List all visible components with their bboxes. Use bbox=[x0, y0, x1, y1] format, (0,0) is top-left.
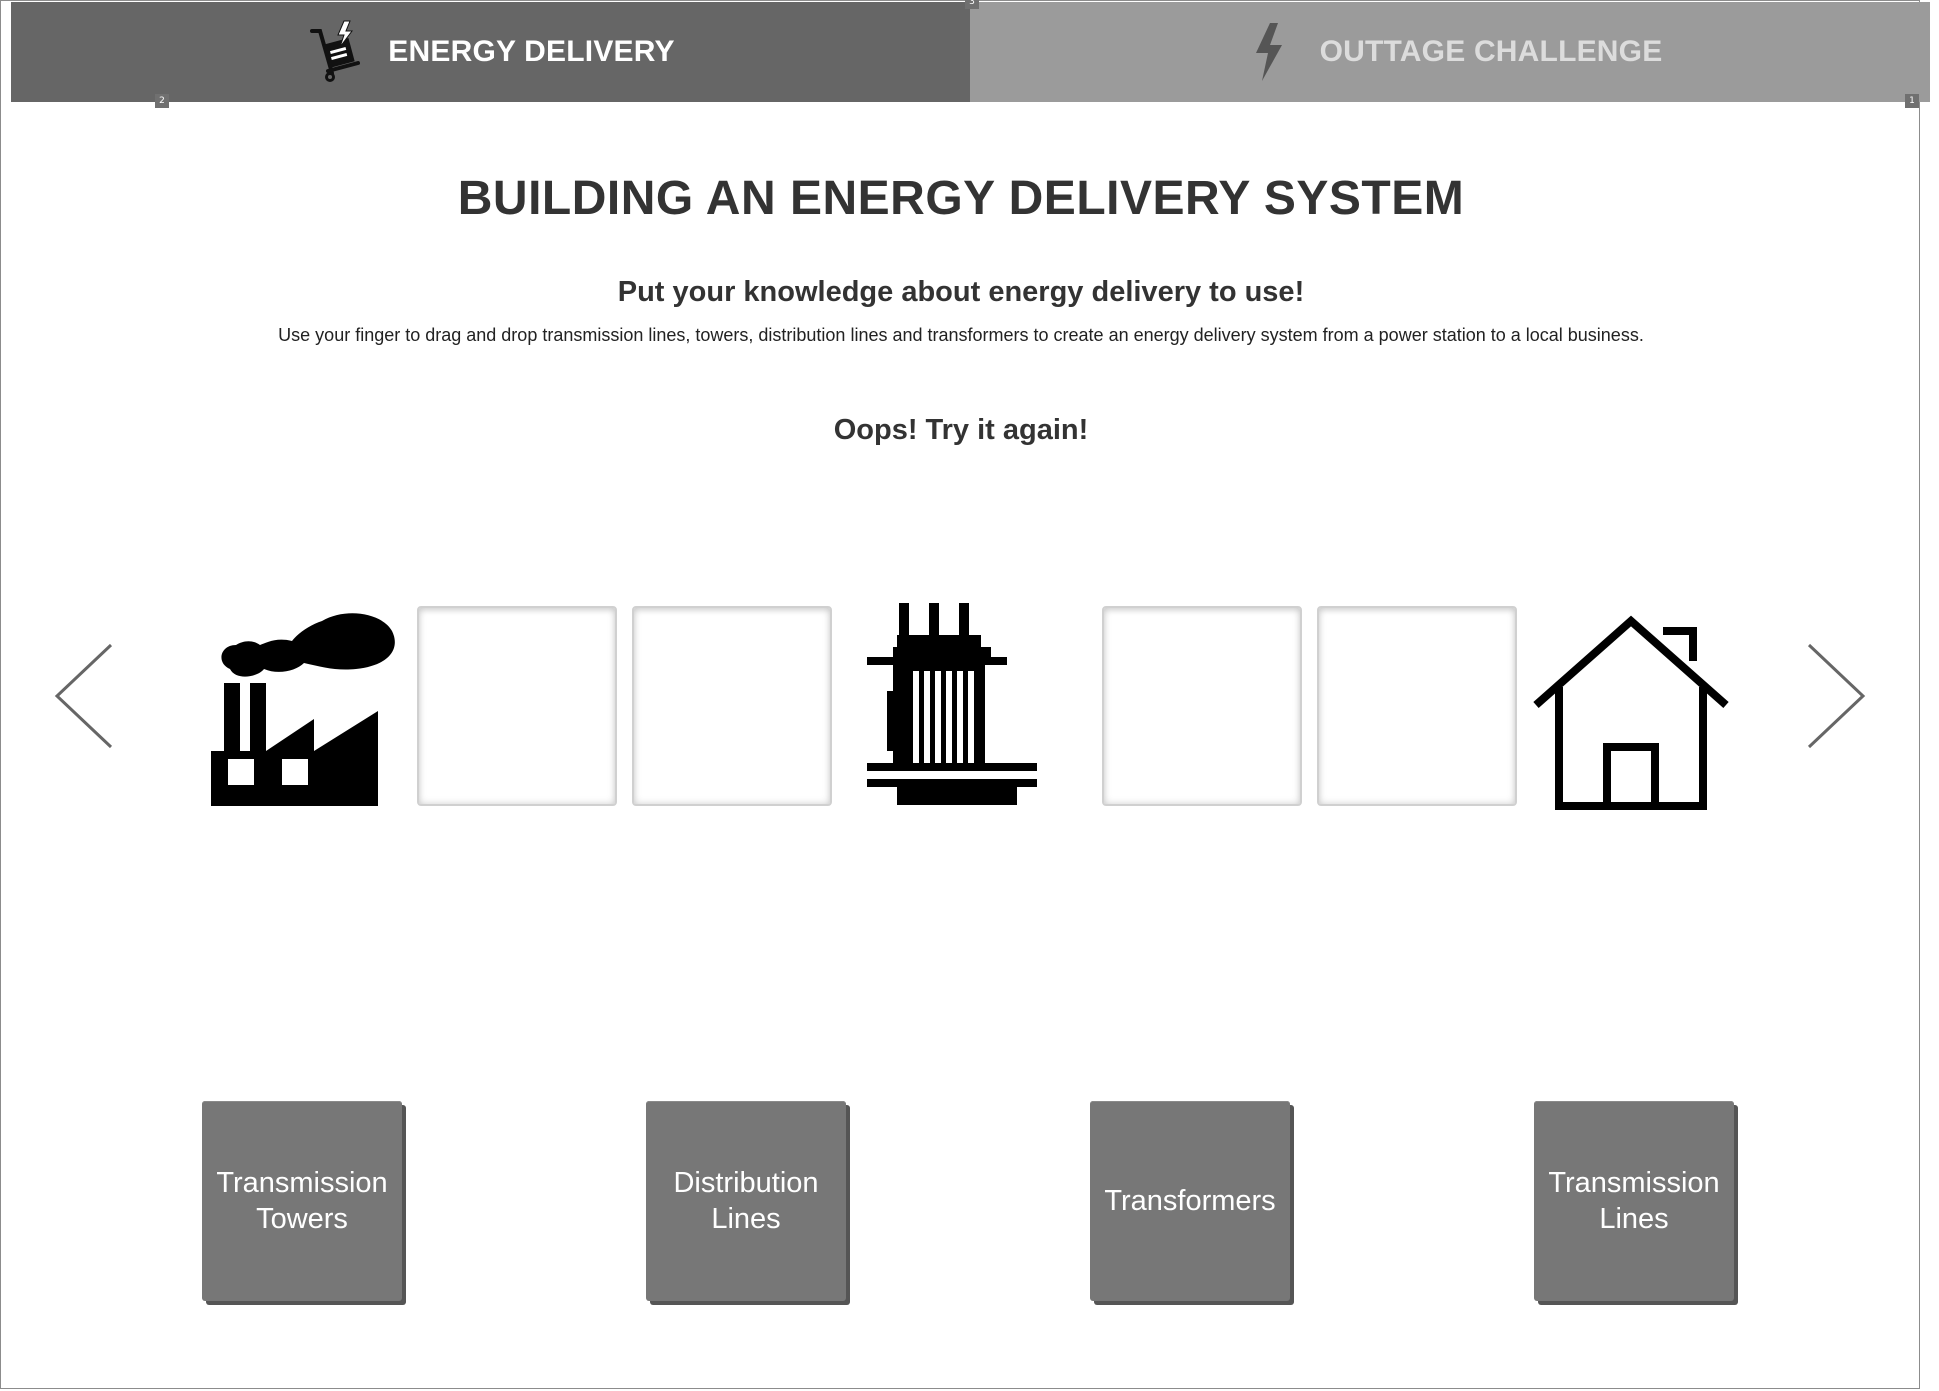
hand-truck-lightning-icon bbox=[306, 17, 366, 87]
choice-distribution-lines[interactable]: Distribution Lines bbox=[646, 1101, 846, 1301]
factory-icon bbox=[206, 601, 406, 811]
drop-slot[interactable] bbox=[1102, 606, 1302, 806]
tab-outtage-challenge[interactable]: OUTTAGE CHALLENGE bbox=[970, 2, 1930, 102]
feedback-message: Oops! Try it again! bbox=[833, 414, 1089, 446]
house-icon bbox=[1531, 601, 1731, 811]
page-title: BUILDING AN ENERGY DELIVERY SYSTEM bbox=[457, 172, 1465, 225]
choice-transformers[interactable]: Transformers bbox=[1090, 1101, 1290, 1301]
subtitle: Put your knowledge about energy delivery… bbox=[617, 276, 1305, 308]
choice-transmission-lines[interactable]: Transmission Lines bbox=[1534, 1101, 1734, 1301]
marker-badge: 2 bbox=[155, 94, 169, 108]
marker-badge: 3 bbox=[965, 0, 979, 9]
previous-arrow-button[interactable] bbox=[53, 641, 123, 751]
next-arrow-button[interactable] bbox=[1797, 641, 1867, 751]
tab-label: ENERGY DELIVERY bbox=[388, 35, 675, 68]
marker-badge: 1 bbox=[1905, 94, 1919, 108]
tab-bar: ENERGY DELIVERY OUTTAGE CHALLENGE bbox=[11, 2, 1930, 102]
tab-label: OUTTAGE CHALLENGE bbox=[1319, 35, 1663, 68]
instructions-text: Use your finger to drag and drop transmi… bbox=[278, 325, 1644, 345]
drop-slot[interactable] bbox=[1317, 606, 1517, 806]
tab-energy-delivery[interactable]: ENERGY DELIVERY bbox=[11, 2, 970, 102]
lightning-bolt-icon bbox=[1238, 17, 1298, 87]
drop-slot[interactable] bbox=[417, 606, 617, 806]
choice-transmission-towers[interactable]: Transmission Towers bbox=[202, 1101, 402, 1301]
drop-slot[interactable] bbox=[632, 606, 832, 806]
transformer-icon bbox=[867, 601, 1067, 811]
app-frame: ENERGY DELIVERY OUTTAGE CHALLENGE 2 3 1 … bbox=[0, 0, 1930, 1389]
